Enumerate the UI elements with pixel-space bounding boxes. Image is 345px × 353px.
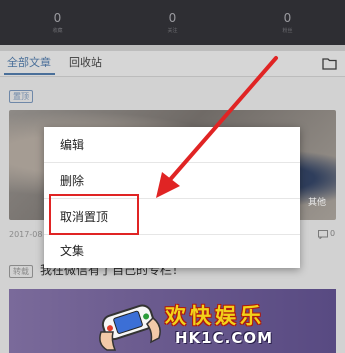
repost-badge: 转载 [9, 265, 33, 278]
menu-item-label: 删除 [60, 174, 85, 188]
comment-icon [318, 230, 328, 239]
stat-label: 粉丝 [282, 27, 293, 34]
cover-caption: 其他 [307, 198, 326, 208]
menu-item-label: 文集 [60, 244, 85, 258]
menu-item-edit[interactable]: 编辑 [44, 127, 300, 162]
menu-item-delete[interactable]: 删除 [44, 163, 300, 198]
banner-title: 欢快娱乐 [165, 304, 265, 328]
context-menu: 编辑 删除 取消置顶 文集 [44, 127, 300, 268]
stat-count: 0 [168, 10, 177, 25]
comment-count: 0 [330, 229, 336, 238]
banner-url: HK1C.COM [175, 329, 274, 347]
menu-item-label: 编辑 [60, 138, 85, 152]
pinned-badge: 置顶 [9, 90, 33, 103]
stat-count: 0 [283, 10, 292, 25]
menu-item-label: 取消置顶 [60, 210, 109, 224]
menu-item-collection[interactable]: 文集 [44, 233, 300, 268]
stat-count: 0 [53, 10, 62, 25]
tab-bar: 全部文章 回收站 [0, 51, 345, 77]
stat-following[interactable]: 0 关注 [115, 0, 230, 45]
stat-fans[interactable]: 0 粉丝 [230, 0, 345, 45]
stat-label: 关注 [167, 27, 178, 34]
stat-label: 收藏 [52, 27, 63, 34]
article-date: 2017-08 [9, 230, 43, 239]
active-tab-indicator [4, 73, 55, 75]
tab-all-articles[interactable]: 全部文章 [7, 55, 51, 71]
folder-icon[interactable] [322, 57, 337, 70]
gamepad-icon [99, 304, 161, 351]
stats-bar: 0 收藏 0 关注 0 粉丝 [0, 0, 345, 45]
tab-recycle-bin[interactable]: 回收站 [69, 55, 102, 71]
stat-favorites[interactable]: 0 收藏 [0, 0, 115, 45]
menu-item-unpin[interactable]: 取消置顶 [44, 199, 300, 234]
